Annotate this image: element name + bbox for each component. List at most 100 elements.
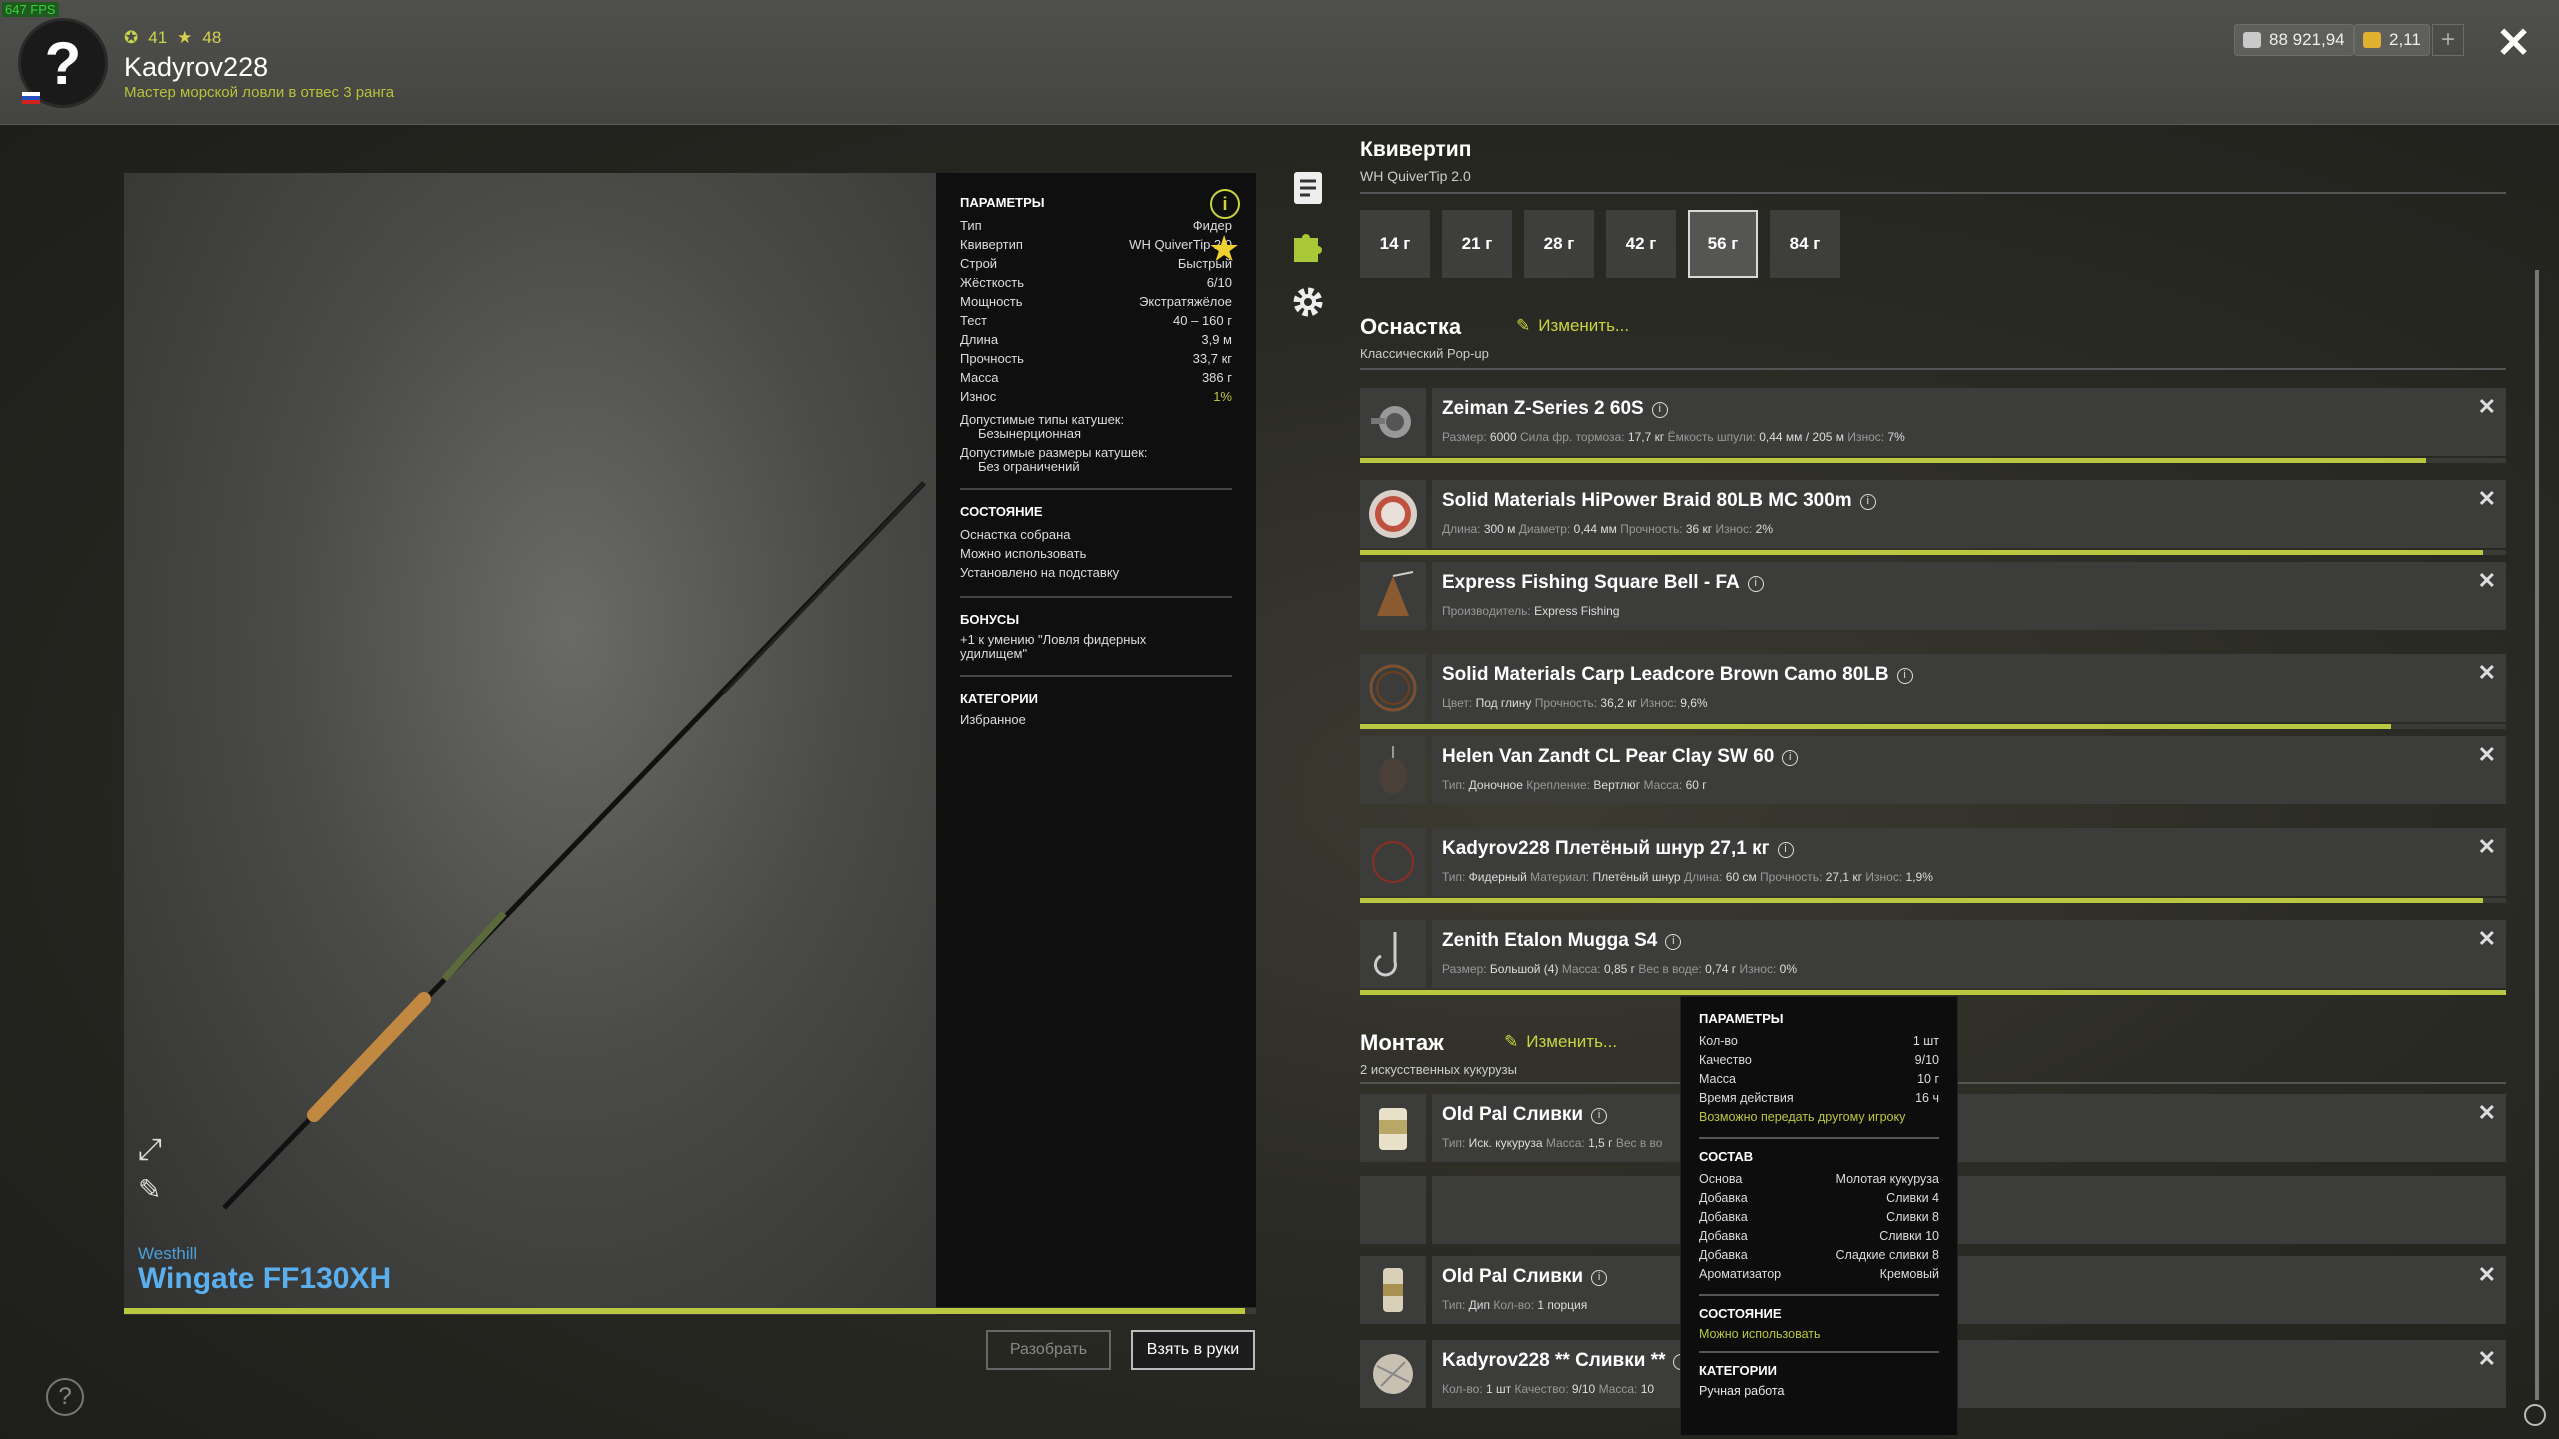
info-icon[interactable]: i — [1782, 750, 1799, 766]
rod-name: Wingate FF130XH — [138, 1262, 392, 1295]
silver-balance[interactable]: 88 921,94 — [2234, 24, 2354, 56]
info-icon[interactable]: i — [1651, 402, 1668, 418]
remove-icon[interactable]: ✕ — [2478, 742, 2496, 768]
remove-icon[interactable]: ✕ — [2478, 926, 2496, 952]
desc-key: Кол-во: — [1493, 1298, 1538, 1312]
gold-coin-icon — [2363, 32, 2381, 48]
item-body: Kadyrov228 Плетёный шнур 27,1 кг i Тип: Фи… — [1432, 828, 2506, 896]
equipment-item[interactable]: Solid Materials Carp Leadcore Brown Camo… — [1360, 654, 2506, 722]
gold-balance[interactable]: 2,11 — [2354, 24, 2430, 56]
info-icon[interactable]: i — [1665, 934, 1682, 950]
item-name: Express Fishing Square Bell - FA i — [1442, 572, 1764, 594]
item-name-text: Old Pal Сливки — [1442, 1104, 1584, 1125]
desc-value: 10 — [1640, 1382, 1655, 1396]
player-level: 41 — [148, 28, 168, 47]
favorite-star-icon[interactable]: ★ — [1208, 228, 1240, 270]
remove-icon[interactable]: ✕ — [2478, 660, 2496, 686]
montage-edit-link[interactable]: ✎ Изменить... — [1504, 1032, 1617, 1052]
desc-value: 0% — [1779, 962, 1797, 976]
param-key: Тип — [960, 218, 982, 233]
weight-option[interactable]: 14 г — [1360, 210, 1430, 278]
info-icon[interactable]: i — [1896, 668, 1913, 684]
pencil-icon[interactable]: ✎ — [138, 1173, 161, 1206]
remove-icon[interactable]: ✕ — [2478, 1100, 2496, 1126]
item-body: Kadyrov228 ** Сливки **i Кол-во: 1 шт Кач… — [1432, 1340, 2506, 1408]
param-row: Прочность 33,7 кг — [960, 349, 1232, 368]
info-icon[interactable]: i — [1859, 494, 1876, 510]
equipment-item[interactable]: Helen Van Zandt CL Pear Clay SW 60 i Тип: … — [1360, 736, 2506, 804]
weight-option[interactable]: 84 г — [1770, 210, 1840, 278]
reel-types-value: Безынерционная — [978, 426, 1081, 441]
param-key: Время действия — [1699, 1091, 1794, 1105]
params-title: ПАРАМЕТРЫ — [960, 195, 1045, 210]
param-row: Мощность Экстратяжёлое — [960, 292, 1232, 311]
desc-value: 300 м — [1483, 522, 1516, 536]
param-row: Добавка Сливки 4 — [1699, 1189, 1939, 1208]
weight-option[interactable]: 21 г — [1442, 210, 1512, 278]
equipment-item[interactable]: Zenith Etalon Mugga S4 i Размер: Большой (… — [1360, 920, 2506, 988]
desc-key: Сила фр. тормоза: — [1519, 430, 1628, 444]
info-icon[interactable]: i — [1591, 1108, 1608, 1124]
param-value: 6/10 — [1206, 275, 1232, 290]
desc-key: Производитель: — [1442, 604, 1535, 618]
remove-icon[interactable]: ✕ — [2478, 394, 2496, 420]
category-value: Избранное — [960, 712, 1026, 727]
rod-params-panel: ПАРАМЕТРЫ Тип Фидер Квивертип WH QuiverTip … — [936, 173, 1256, 1307]
desc-key: Износ: — [1640, 696, 1681, 710]
param-row: Основа Молотая кукуруза — [1699, 1170, 1939, 1189]
notes-icon[interactable] — [1290, 170, 1326, 206]
gear-icon[interactable] — [1290, 284, 1326, 320]
rod-preview[interactable]: ⤢ ✎ — [124, 173, 936, 1315]
player-rank: Мастер морской ловли в отвес 3 ранга — [124, 84, 395, 101]
help-icon[interactable]: ? — [46, 1378, 84, 1416]
montage-edit-label: Изменить... — [1526, 1032, 1618, 1051]
item-body: Zeiman Z-Series 2 60S i Размер: 6000 Сила … — [1432, 388, 2506, 456]
rod-image — [222, 481, 926, 1210]
param-key: Масса — [960, 370, 999, 385]
weight-option[interactable]: 56 г — [1688, 210, 1758, 278]
param-value: 10 г — [1917, 1072, 1939, 1086]
item-body: Old Pal Сливки i Тип: Иск. кукуруза Масса:… — [1432, 1094, 2506, 1162]
weight-option[interactable]: 28 г — [1524, 210, 1594, 278]
puzzle-icon[interactable] — [1290, 228, 1326, 264]
fps-counter: 647 FPS — [2, 2, 59, 17]
param-key: Износ — [960, 389, 997, 404]
info-icon[interactable]: i — [1777, 842, 1794, 858]
remove-icon[interactable]: ✕ — [2478, 834, 2496, 860]
wear-fill — [1360, 458, 2426, 463]
tackle-edit-link[interactable]: ✎ Изменить... — [1516, 316, 1629, 336]
item-name-text: Kadyrov228 ** Сливки ** — [1442, 1350, 1666, 1371]
item-thumbnail — [1360, 1256, 1426, 1324]
equipment-item[interactable]: Express Fishing Square Bell - FA i Произво… — [1360, 562, 2506, 630]
info-icon[interactable]: i — [1591, 1270, 1608, 1286]
remove-icon[interactable]: ✕ — [2478, 1262, 2496, 1288]
param-value: 33,7 кг — [1192, 351, 1232, 366]
equipment-item[interactable]: Kadyrov228 Плетёный шнур 27,1 кг i Тип: Фи… — [1360, 828, 2506, 896]
close-icon[interactable]: ✕ — [2496, 18, 2531, 67]
equipment-item[interactable]: Zeiman Z-Series 2 60S i Размер: 6000 Сила … — [1360, 388, 2506, 456]
tooltip-state-title: СОСТОЯНИЕ — [1699, 1306, 1782, 1321]
plus-icon[interactable]: + — [2432, 24, 2464, 56]
remove-icon[interactable]: ✕ — [2478, 1346, 2496, 1372]
equipment-item[interactable]: Solid Materials HiPower Braid 80LB MC 30… — [1360, 480, 2506, 548]
item-description: Длина: 300 м Диаметр: 0,44 мм Прочность:… — [1442, 522, 1773, 536]
take-in-hands-button[interactable]: Взять в руки — [1131, 1330, 1255, 1370]
tackle-edit-label: Изменить... — [1538, 316, 1630, 335]
param-row: Тип Фидер — [960, 216, 1232, 235]
rod-wear-bar — [124, 1308, 1256, 1314]
item-thumbnail — [1360, 828, 1426, 896]
info-icon[interactable]: i — [1747, 576, 1764, 592]
remove-icon[interactable]: ✕ — [2478, 486, 2496, 512]
scrollbar[interactable] — [2535, 270, 2539, 1400]
tackle-title: Оснастка — [1360, 314, 1462, 339]
desc-value: 60 см — [1725, 870, 1757, 884]
settings-corner-icon[interactable] — [2524, 1404, 2546, 1426]
divider — [1699, 1351, 1939, 1353]
desc-key: Прочность: — [1534, 696, 1601, 710]
expand-icon[interactable]: ⤢ — [138, 1133, 162, 1167]
weight-option[interactable]: 42 г — [1606, 210, 1676, 278]
remove-icon[interactable]: ✕ — [2478, 568, 2496, 594]
disassemble-button[interactable]: Разобрать — [986, 1330, 1111, 1370]
info-icon[interactable]: i — [1210, 189, 1240, 219]
param-row: Квивертип WH QuiverTip 2.0 — [960, 235, 1232, 254]
